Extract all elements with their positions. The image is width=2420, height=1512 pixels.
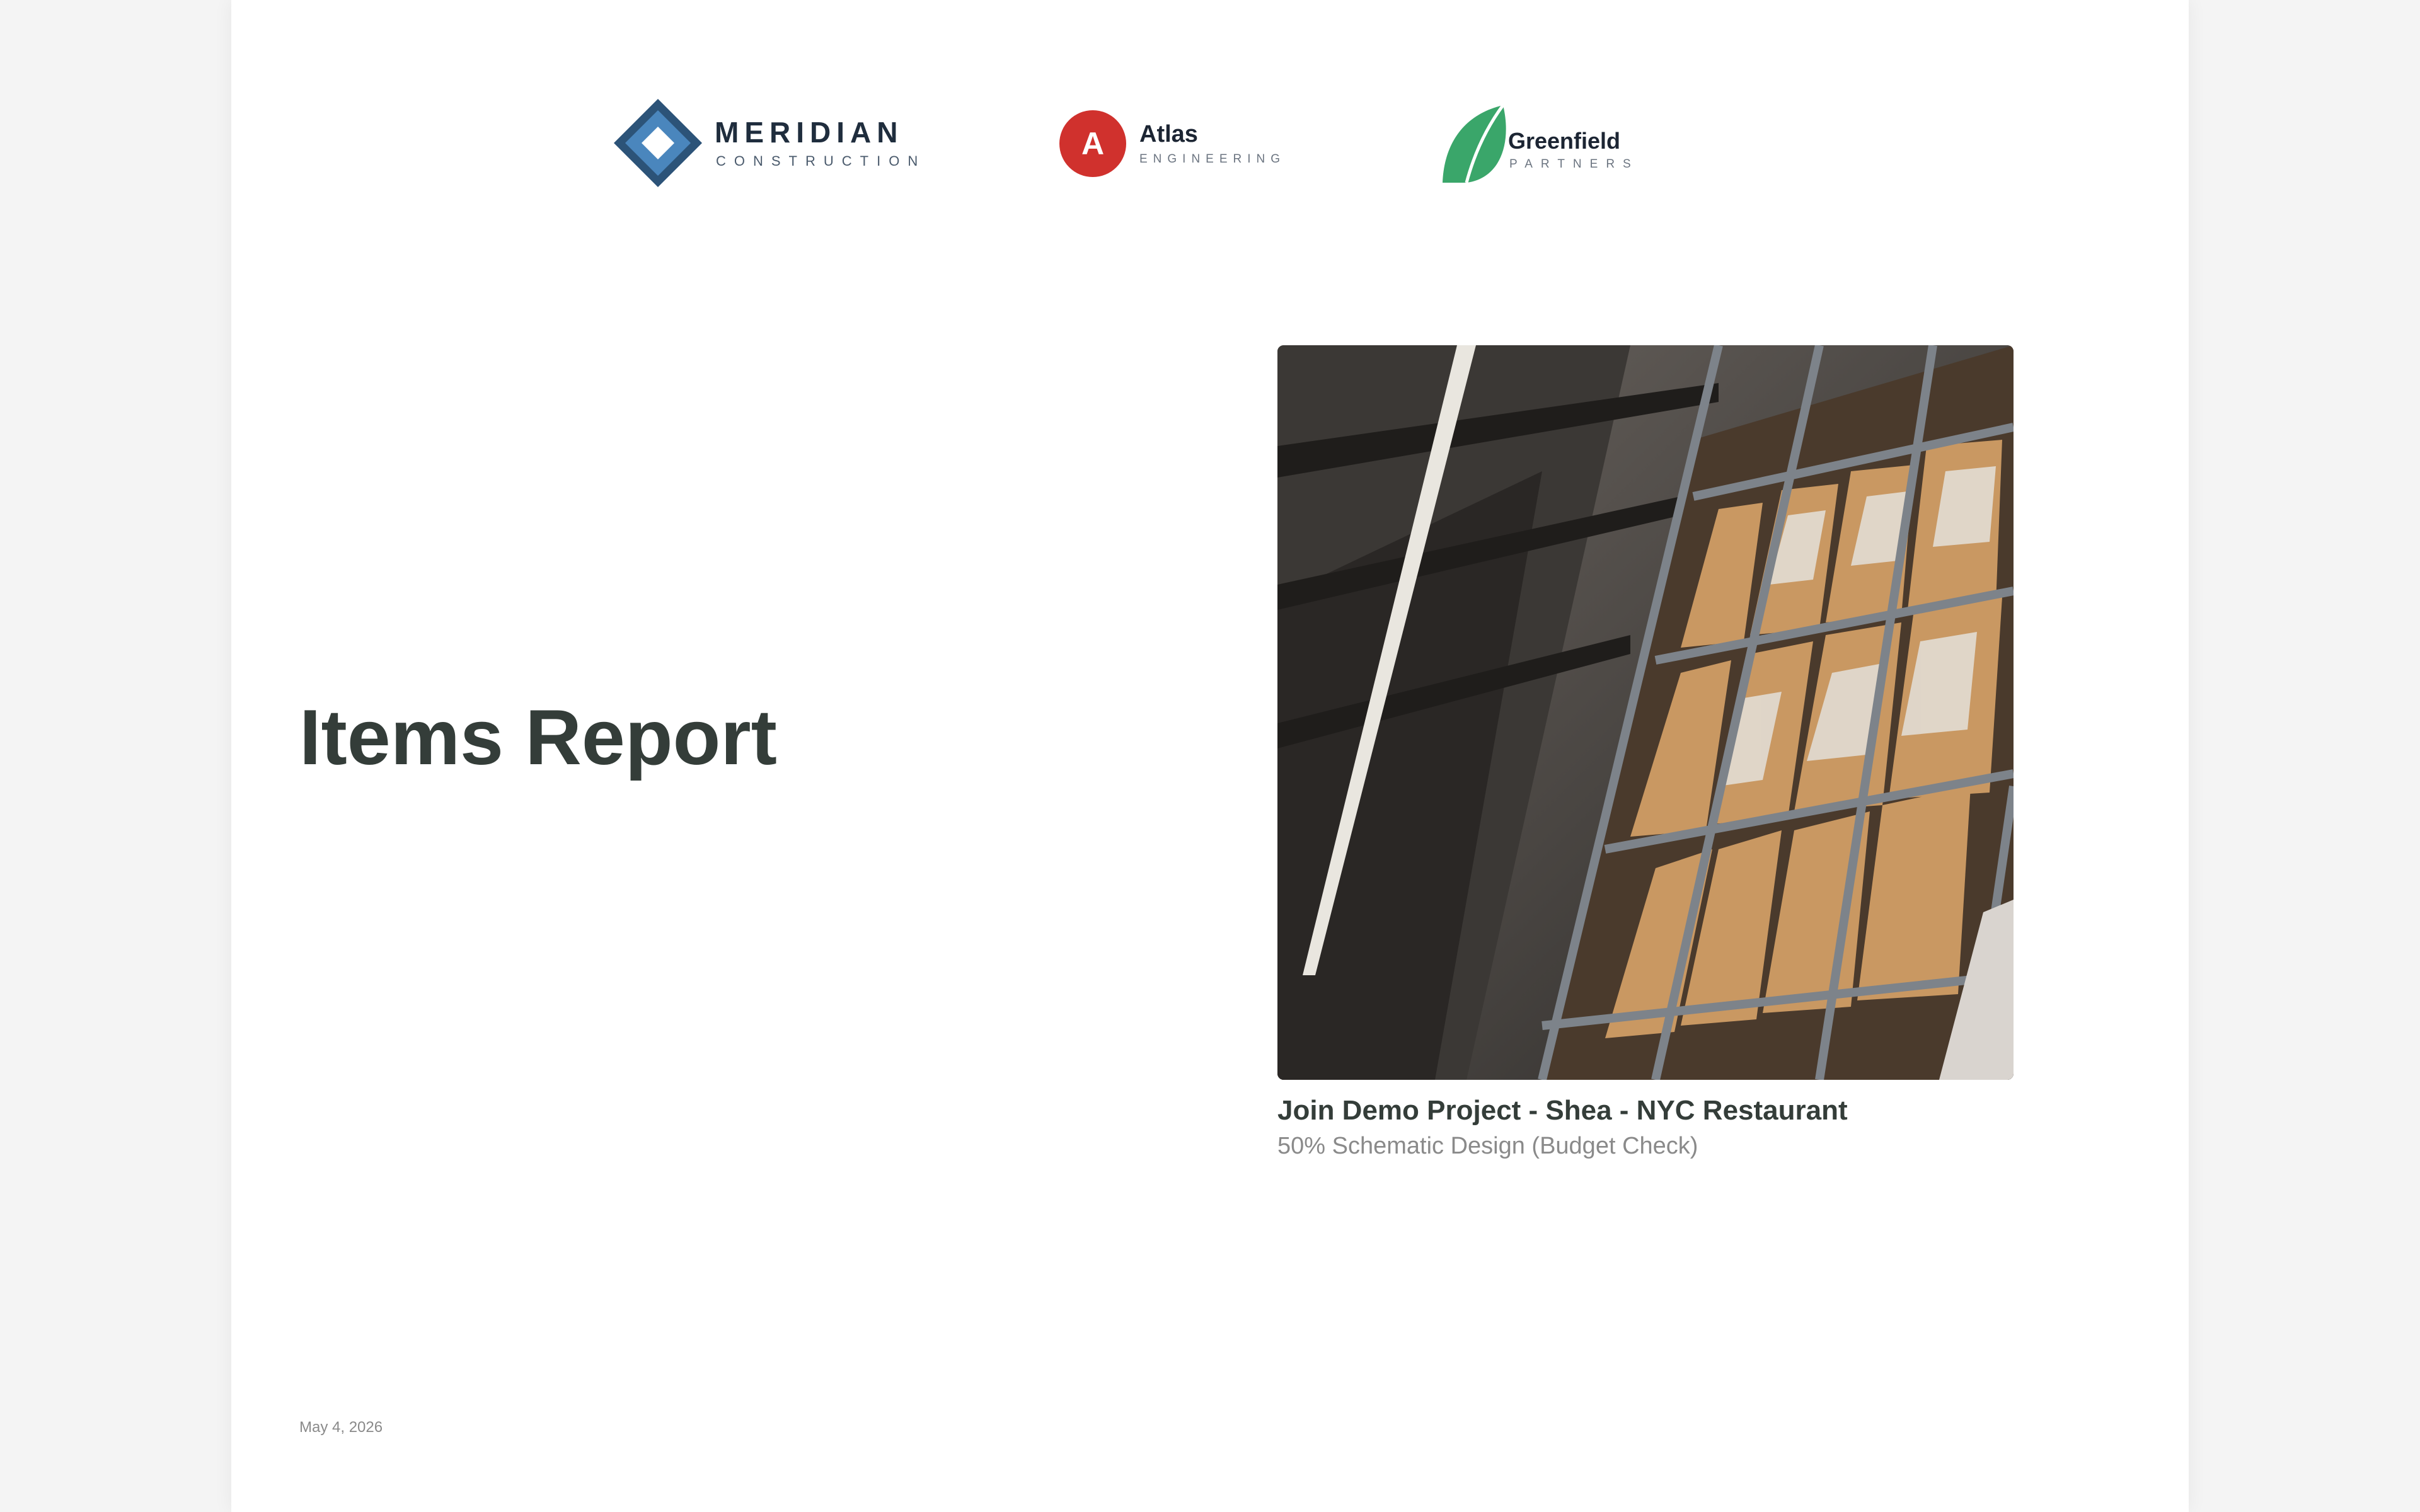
logo-subtitle: PARTNERS: [1509, 158, 1639, 171]
atlas-monogram-icon: A: [1059, 110, 1126, 177]
greenfield-partners-logo: Greenfield PARTNERS: [1441, 104, 1706, 186]
report-cover-page: MERIDIAN CONSTRUCTION A Atlas ENGINEERIN…: [231, 0, 2189, 1512]
project-photo: [1277, 345, 2014, 1080]
logo-subtitle: ENGINEERING: [1139, 152, 1286, 166]
logo-subtitle: CONSTRUCTION: [716, 153, 926, 169]
diamond-icon: [614, 99, 702, 187]
leaf-icon: [1443, 104, 1506, 183]
logo-name: Atlas: [1139, 121, 1198, 147]
project-name: Join Demo Project - Shea - NYC Restauran…: [1277, 1095, 1848, 1126]
logo-name: Greenfield: [1508, 128, 1621, 154]
project-phase: 50% Schematic Design (Budget Check): [1277, 1133, 1698, 1159]
report-title: Items Report: [299, 694, 777, 781]
atlas-engineering-logo: A Atlas ENGINEERING: [1059, 110, 1324, 180]
report-date: May 4, 2026: [299, 1419, 383, 1436]
warehouse-image: [1277, 345, 2014, 1080]
logo-name: MERIDIAN: [715, 116, 904, 149]
meridian-construction-logo: MERIDIAN CONSTRUCTION: [613, 98, 918, 192]
